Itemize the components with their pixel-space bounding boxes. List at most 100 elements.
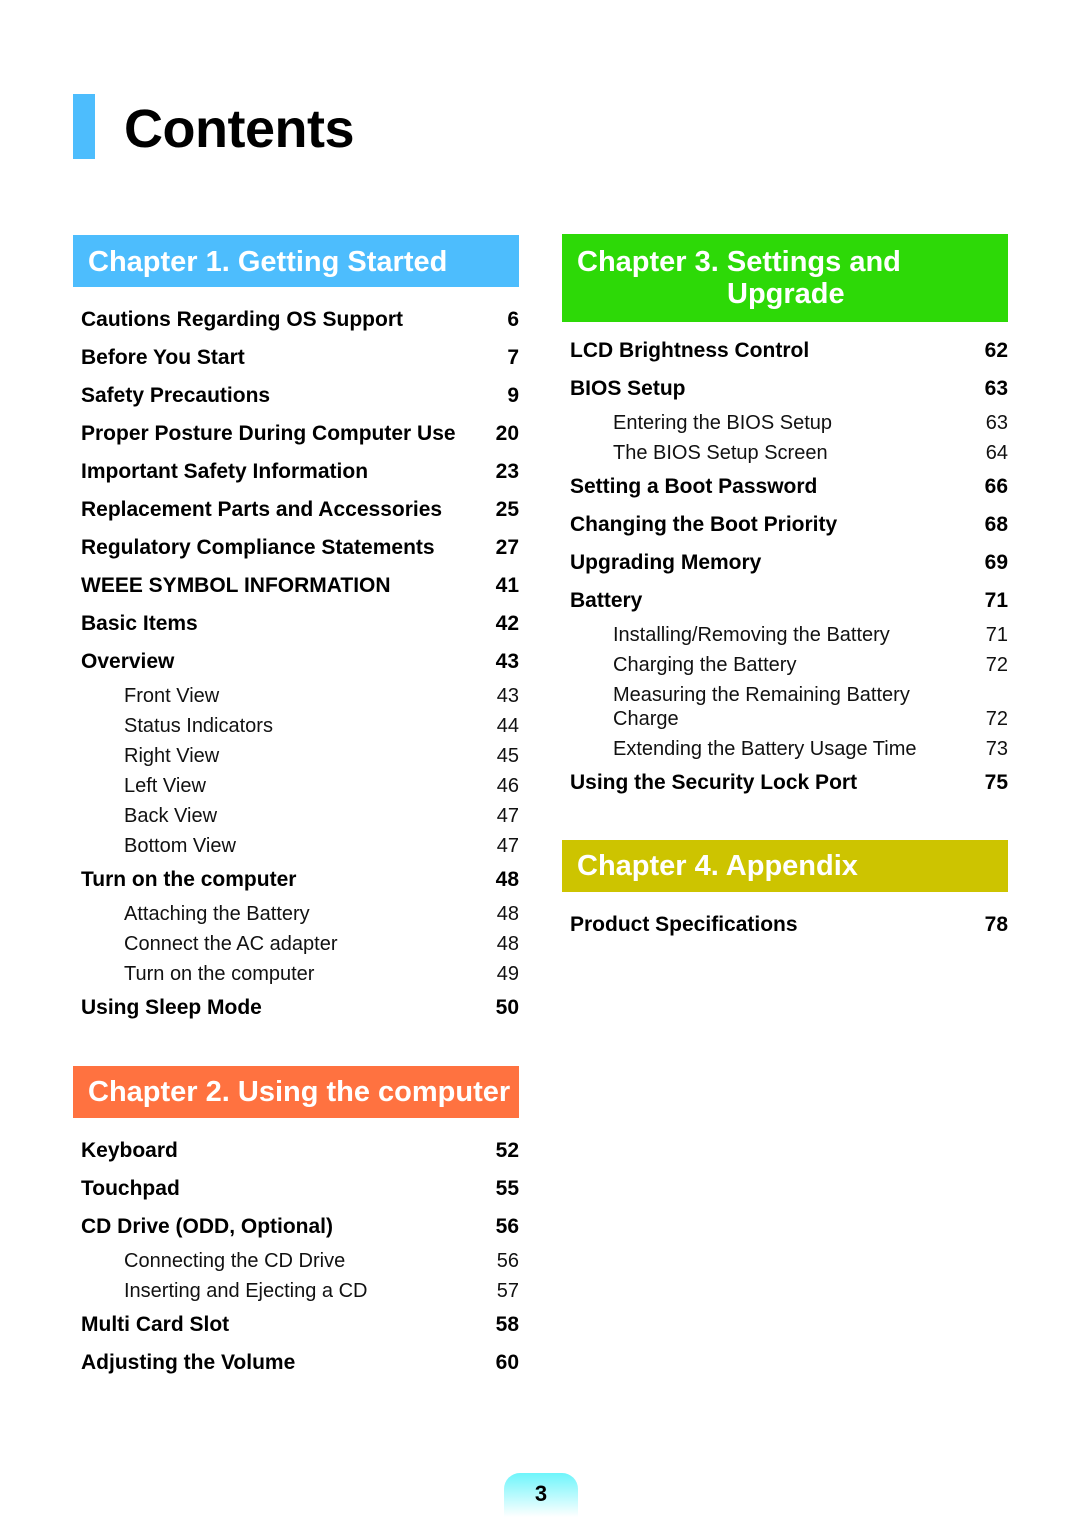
toc-entry[interactable]: LCD Brightness Control 62: [562, 332, 1008, 370]
toc-entry-page: 55: [495, 1177, 519, 1200]
toc-entry[interactable]: Upgrading Memory 69: [562, 544, 1008, 582]
toc-entry[interactable]: Keyboard 52: [73, 1132, 519, 1170]
toc-entry-page: 50: [495, 996, 519, 1019]
toc-entry-page: 58: [495, 1313, 519, 1336]
toc-subentry[interactable]: Entering the BIOS Setup 63: [562, 408, 1008, 438]
toc-entry[interactable]: BIOS Setup 63: [562, 370, 1008, 408]
toc-entry[interactable]: Safety Precautions 9: [73, 377, 519, 415]
toc-subentry[interactable]: Back View 47: [73, 801, 519, 831]
toc-entry-page: 27: [495, 536, 519, 559]
toc-entry[interactable]: Cautions Regarding OS Support 6: [73, 301, 519, 339]
toc-entry-label: Entering the BIOS Setup: [613, 412, 833, 434]
toc-entry[interactable]: CD Drive (ODD, Optional) 56: [73, 1208, 519, 1246]
toc-entry-page: 48: [495, 868, 519, 891]
toc-entry[interactable]: Product Specifications 78: [562, 906, 1008, 944]
toc-entry-label: Using the Security Lock Port: [570, 771, 858, 794]
toc-entry-label: Installing/Removing the Battery: [613, 624, 890, 646]
toc-entry-page: 42: [495, 612, 519, 635]
toc-entry-label: BIOS Setup: [570, 377, 686, 400]
toc-entry[interactable]: Basic Items 42: [73, 605, 519, 643]
toc-subentry[interactable]: Attaching the Battery 48: [73, 899, 519, 929]
toc-entry-page: 73: [985, 738, 1008, 760]
toc-entry-page: 78: [984, 913, 1008, 936]
toc-entry-label: Measuring the Remaining Battery Charge: [613, 684, 910, 730]
toc-entry-page: 72: [985, 654, 1008, 676]
toc-subentry[interactable]: Inserting and Ejecting a CD 57: [73, 1276, 519, 1306]
toc-entry-page: 9: [507, 384, 519, 407]
toc-entry-page: 48: [496, 903, 519, 925]
toc-entry-label: Upgrading Memory: [570, 551, 762, 574]
toc-entry[interactable]: Touchpad 55: [73, 1170, 519, 1208]
title-accent-bar: [73, 94, 95, 159]
toc-entry-page: 41: [495, 574, 519, 597]
toc-subentry[interactable]: Turn on the computer 49: [73, 959, 519, 989]
toc-entry-label: Before You Start: [81, 346, 245, 369]
toc-subentry[interactable]: The BIOS Setup Screen 64: [562, 438, 1008, 468]
chapter-3-entries: LCD Brightness Control 62 BIOS Setup 63 Ente…: [562, 332, 1008, 802]
toc-entry-page: 46: [496, 775, 519, 797]
toc-entry-label: Bottom View: [124, 835, 236, 857]
toc-entry-label: Connecting the CD Drive: [124, 1250, 346, 1272]
toc-entry-page: 66: [984, 475, 1008, 498]
toc-subentry[interactable]: Measuring the Remaining Battery Charge 72: [562, 680, 1008, 734]
toc-entry-page: 69: [984, 551, 1008, 574]
toc-entry-page: 43: [496, 685, 519, 707]
toc-entry[interactable]: Adjusting the Volume 60: [73, 1344, 519, 1382]
toc-entry-page: 49: [496, 963, 519, 985]
toc-subentry[interactable]: Extending the Battery Usage Time 73: [562, 734, 1008, 764]
toc-entry[interactable]: Changing the Boot Priority 68: [562, 506, 1008, 544]
toc-entry-label: Attaching the Battery: [124, 903, 310, 925]
toc-entry[interactable]: Replacement Parts and Accessories 25: [73, 491, 519, 529]
toc-entry-page: 56: [496, 1250, 519, 1272]
toc-subentry[interactable]: Left View 46: [73, 771, 519, 801]
toc-subentry[interactable]: Front View 43: [73, 681, 519, 711]
toc-entry-label: CD Drive (ODD, Optional): [81, 1215, 334, 1238]
toc-entry-page: 52: [495, 1139, 519, 1162]
toc-entry-page: 20: [495, 422, 519, 445]
toc-entry-label: Keyboard: [81, 1139, 178, 1162]
toc-entry-page: 71: [984, 589, 1008, 612]
toc-entry-label: Battery: [570, 589, 643, 612]
chapter-2-heading[interactable]: Chapter 2. Using the computer: [73, 1066, 519, 1118]
toc-entry-label: Proper Posture During Computer Use: [81, 422, 456, 445]
toc-entry[interactable]: Before You Start 7: [73, 339, 519, 377]
toc-entry[interactable]: Overview 43: [73, 643, 519, 681]
toc-subentry[interactable]: Bottom View 47: [73, 831, 519, 861]
toc-entry-page: 71: [985, 624, 1008, 646]
toc-entry-label: Turn on the computer: [81, 868, 297, 891]
toc-entry-label: WEEE SYMBOL INFORMATION: [81, 574, 391, 597]
toc-entry[interactable]: Multi Card Slot 58: [73, 1306, 519, 1344]
toc-entry-page: 57: [496, 1280, 519, 1302]
toc-entry[interactable]: Using Sleep Mode 50: [73, 989, 519, 1027]
toc-entry-page: 23: [495, 460, 519, 483]
toc-entry[interactable]: Regulatory Compliance Statements 27: [73, 529, 519, 567]
chapter-1-entries: Cautions Regarding OS Support 6 Before You…: [73, 301, 519, 1027]
toc-entry-label: Right View: [124, 745, 220, 767]
toc-subentry[interactable]: Status Indicators 44: [73, 711, 519, 741]
toc-entry-page: 47: [496, 835, 519, 857]
toc-entry-label: Status Indicators: [124, 715, 273, 737]
toc-entry[interactable]: Using the Security Lock Port 75: [562, 764, 1008, 802]
toc-entry[interactable]: Turn on the computer 48: [73, 861, 519, 899]
toc-entry-label: Charging the Battery: [613, 654, 797, 676]
toc-subentry[interactable]: Connect the AC adapter 48: [73, 929, 519, 959]
toc-entry-page: 75: [984, 771, 1008, 794]
toc-entry[interactable]: Proper Posture During Computer Use 20: [73, 415, 519, 453]
toc-entry[interactable]: Setting a Boot Password 66: [562, 468, 1008, 506]
toc-subentry[interactable]: Installing/Removing the Battery 71: [562, 620, 1008, 650]
chapter-4-heading[interactable]: Chapter 4. Appendix: [562, 840, 1008, 892]
toc-subentry[interactable]: Right View 45: [73, 741, 519, 771]
toc-entry-page: 63: [985, 412, 1008, 434]
toc-entry-label: Multi Card Slot: [81, 1313, 230, 1336]
chapter-1-heading[interactable]: Chapter 1. Getting Started: [73, 235, 519, 287]
toc-entry-page: 45: [496, 745, 519, 767]
toc-entry-label: Overview: [81, 650, 175, 673]
toc-entry[interactable]: WEEE SYMBOL INFORMATION 41: [73, 567, 519, 605]
toc-entry[interactable]: Battery 71: [562, 582, 1008, 620]
toc-subentry[interactable]: Connecting the CD Drive 56: [73, 1246, 519, 1276]
toc-entry[interactable]: Important Safety Information 23: [73, 453, 519, 491]
chapter-3-title-line1: Chapter 3. Settings and: [577, 246, 901, 278]
toc-entry-label: Connect the AC adapter: [124, 933, 338, 955]
chapter-3-heading[interactable]: Chapter 3. Settings and Upgrade: [562, 234, 1008, 322]
toc-subentry[interactable]: Charging the Battery 72: [562, 650, 1008, 680]
